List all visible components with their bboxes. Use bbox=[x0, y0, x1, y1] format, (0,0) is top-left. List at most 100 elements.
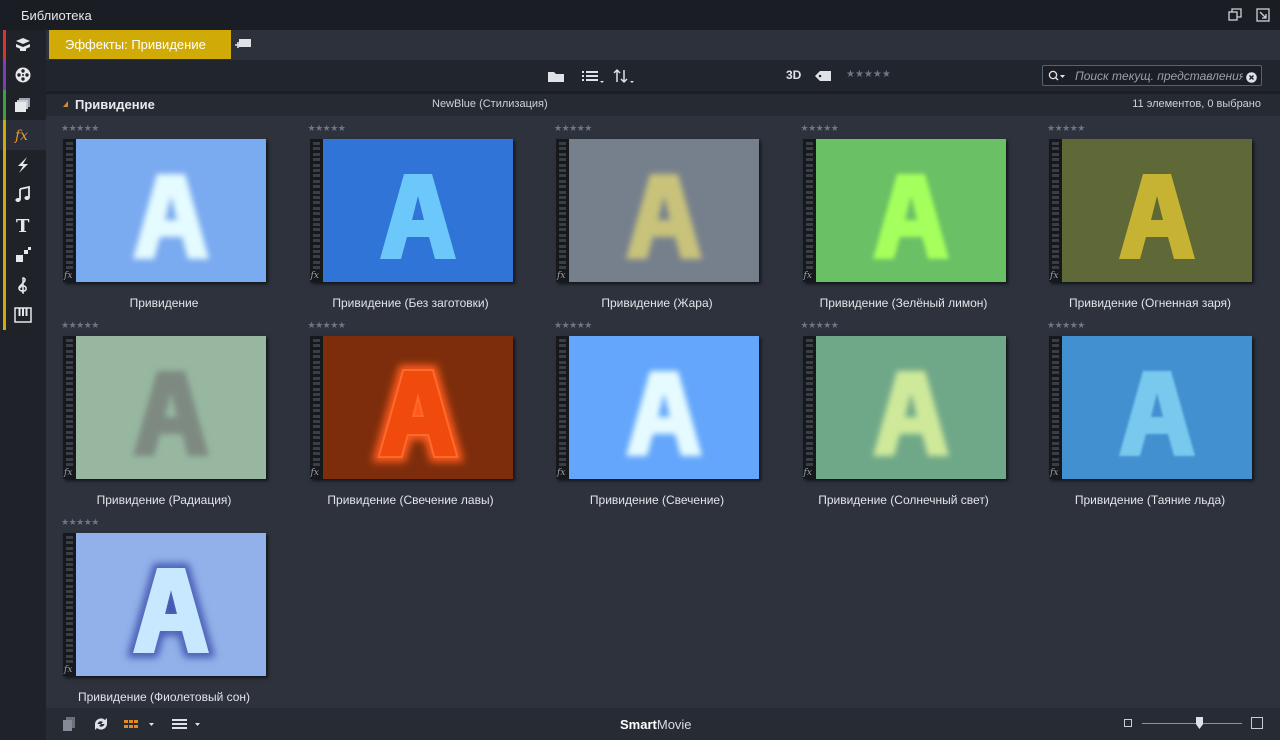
sidebar-item-collection[interactable] bbox=[0, 30, 46, 60]
svg-text:fx: fx bbox=[14, 128, 28, 144]
effect-label: Привидение (Таяние льда) bbox=[1074, 493, 1226, 507]
sidebar-item-music[interactable] bbox=[0, 270, 46, 300]
effects-grid: ★★★★★ fx Привидение ★★★★★ fx Привидение (Без … bbox=[46, 116, 1280, 708]
sidebar-item-media[interactable] bbox=[0, 60, 46, 90]
effect-thumbnail[interactable]: fx bbox=[63, 139, 266, 282]
effect-item[interactable]: ★★★★★ fx Привидение (Свечение) bbox=[539, 315, 785, 512]
effect-preview-image bbox=[569, 139, 759, 282]
sidebar-item-transitions[interactable] bbox=[0, 150, 46, 180]
effect-thumbnail[interactable]: fx bbox=[63, 533, 266, 676]
effect-preview-image bbox=[1062, 139, 1252, 282]
effect-item[interactable]: ★★★★★ fx Привидение (Солнечный свет) bbox=[786, 315, 1032, 512]
effect-item[interactable]: ★★★★★ fx Привидение (Огненная заря) bbox=[1032, 118, 1278, 315]
filmstrip-edge: fx bbox=[63, 533, 76, 676]
item-rating-stars[interactable]: ★★★★★ bbox=[308, 320, 346, 331]
fx-badge-icon: fx bbox=[64, 271, 73, 281]
restore-window-icon[interactable] bbox=[1228, 8, 1242, 22]
music-note-icon bbox=[15, 186, 30, 202]
library-window: Библиотека fx T Эффекты: Привидение 3D ★… bbox=[0, 0, 1280, 740]
item-rating-stars[interactable]: ★★★★★ bbox=[61, 320, 99, 331]
effect-item[interactable]: ★★★★★ fx Привидение bbox=[46, 118, 292, 315]
item-rating-stars[interactable]: ★★★★★ bbox=[308, 123, 346, 134]
collapse-arrow-icon[interactable] bbox=[63, 101, 68, 107]
item-rating-stars[interactable]: ★★★★★ bbox=[61, 123, 99, 134]
effect-item[interactable]: ★★★★★ fx Привидение (Радиация) bbox=[46, 315, 292, 512]
effect-thumbnail[interactable]: fx bbox=[802, 139, 1006, 282]
item-rating-stars[interactable]: ★★★★★ bbox=[1047, 320, 1085, 331]
effect-preview-image bbox=[76, 139, 266, 282]
search-dropdown-icon[interactable] bbox=[1048, 69, 1066, 83]
search-input[interactable] bbox=[1075, 68, 1243, 83]
effect-label: Привидение (Фиолетовый сон) bbox=[77, 690, 251, 704]
section-title[interactable]: Привидение bbox=[75, 97, 155, 112]
item-rating-stars[interactable]: ★★★★★ bbox=[554, 123, 592, 134]
detach-window-icon[interactable] bbox=[1256, 8, 1270, 22]
effect-item[interactable]: ★★★★★ fx Привидение (Жара) bbox=[539, 118, 785, 315]
lightning-icon bbox=[18, 157, 28, 173]
fx-badge-icon: fx bbox=[1050, 468, 1059, 478]
tab-bar: Эффекты: Привидение bbox=[46, 30, 1280, 60]
list-view-dropdown-icon[interactable] bbox=[170, 716, 204, 732]
smartmovie-bold: Smart bbox=[620, 717, 657, 732]
item-rating-stars[interactable]: ★★★★★ bbox=[61, 517, 99, 528]
effect-thumbnail[interactable]: fx bbox=[63, 336, 266, 479]
3d-filter-button[interactable]: 3D bbox=[786, 68, 801, 82]
montage-icon bbox=[16, 247, 31, 262]
sidebar-item-projects[interactable] bbox=[0, 90, 46, 120]
fx-badge-icon: fx bbox=[803, 468, 812, 478]
effect-thumbnail[interactable]: fx bbox=[802, 336, 1006, 479]
grid-view-dropdown-icon[interactable] bbox=[122, 716, 156, 732]
zoom-slider[interactable] bbox=[1142, 723, 1242, 724]
clear-search-icon[interactable] bbox=[1246, 70, 1257, 83]
zoom-out-icon[interactable] bbox=[1124, 719, 1132, 727]
effect-item[interactable]: ★★★★★ fx Привидение (Зелёный лимон) bbox=[786, 118, 1032, 315]
item-rating-stars[interactable]: ★★★★★ bbox=[1047, 123, 1085, 134]
effect-preview-image bbox=[322, 336, 513, 479]
effect-thumbnail[interactable]: fx bbox=[309, 336, 513, 479]
sidebar-item-scorefitter[interactable] bbox=[0, 300, 46, 330]
sidebar-item-titles[interactable]: T bbox=[0, 210, 46, 240]
projects-icon bbox=[15, 98, 30, 112]
fx-badge-icon: fx bbox=[1050, 271, 1059, 281]
effect-item[interactable]: ★★★★★ fx Привидение (Таяние льда) bbox=[1032, 315, 1278, 512]
effect-item[interactable]: ★★★★★ fx Привидение (Без заготовки) bbox=[293, 118, 539, 315]
effect-label: Привидение bbox=[129, 296, 199, 310]
copy-icon[interactable] bbox=[60, 716, 78, 732]
smartmovie-rest: Movie bbox=[656, 717, 692, 732]
effect-item[interactable]: ★★★★★ fx Привидение (Свечение лавы) bbox=[293, 315, 539, 512]
rating-filter-stars[interactable]: ★★★★★ bbox=[846, 69, 891, 80]
item-rating-stars[interactable]: ★★★★★ bbox=[801, 320, 839, 331]
filmstrip-edge: fx bbox=[63, 139, 76, 282]
filmstrip-edge: fx bbox=[802, 139, 816, 282]
sync-icon[interactable] bbox=[92, 716, 110, 732]
sidebar-item-montage[interactable] bbox=[0, 240, 46, 270]
effect-thumbnail[interactable]: fx bbox=[556, 336, 759, 479]
item-rating-stars[interactable]: ★★★★★ bbox=[554, 320, 592, 331]
effect-thumbnail[interactable]: fx bbox=[1049, 139, 1252, 282]
effect-label: Привидение (Зелёный лимон) bbox=[819, 296, 988, 310]
piano-icon bbox=[14, 307, 32, 323]
effect-thumbnail[interactable]: fx bbox=[309, 139, 513, 282]
zoom-in-icon[interactable] bbox=[1251, 717, 1263, 729]
sidebar-item-effects[interactable]: fx bbox=[0, 120, 46, 150]
sort-dropdown-icon[interactable] bbox=[612, 68, 636, 84]
tag-icon[interactable] bbox=[814, 68, 832, 84]
folder-icon[interactable] bbox=[546, 68, 566, 84]
zoom-slider-thumb[interactable] bbox=[1196, 717, 1203, 729]
effect-thumbnail[interactable]: fx bbox=[1049, 336, 1252, 479]
item-rating-stars[interactable]: ★★★★★ bbox=[801, 123, 839, 134]
view-list-dropdown-icon[interactable] bbox=[581, 68, 605, 84]
effect-label: Привидение (Жара) bbox=[601, 296, 713, 310]
title-bar: Библиотека bbox=[0, 0, 1280, 30]
section-group: NewBlue (Стилизация) bbox=[432, 98, 548, 110]
smartmovie-button[interactable]: SmartMovie bbox=[620, 717, 692, 732]
effect-preview-image bbox=[322, 139, 513, 282]
filmstrip-edge: fx bbox=[556, 336, 569, 479]
add-tab-icon[interactable] bbox=[234, 36, 252, 52]
effect-item[interactable]: ★★★★★ fx Привидение (Фиолетовый сон) bbox=[46, 512, 292, 708]
tab-effects-ghost[interactable]: Эффекты: Привидение bbox=[49, 30, 231, 59]
sidebar-item-sounds[interactable] bbox=[0, 180, 46, 210]
effect-preview-image bbox=[569, 336, 759, 479]
effect-thumbnail[interactable]: fx bbox=[556, 139, 759, 282]
effect-preview-image bbox=[76, 336, 266, 479]
